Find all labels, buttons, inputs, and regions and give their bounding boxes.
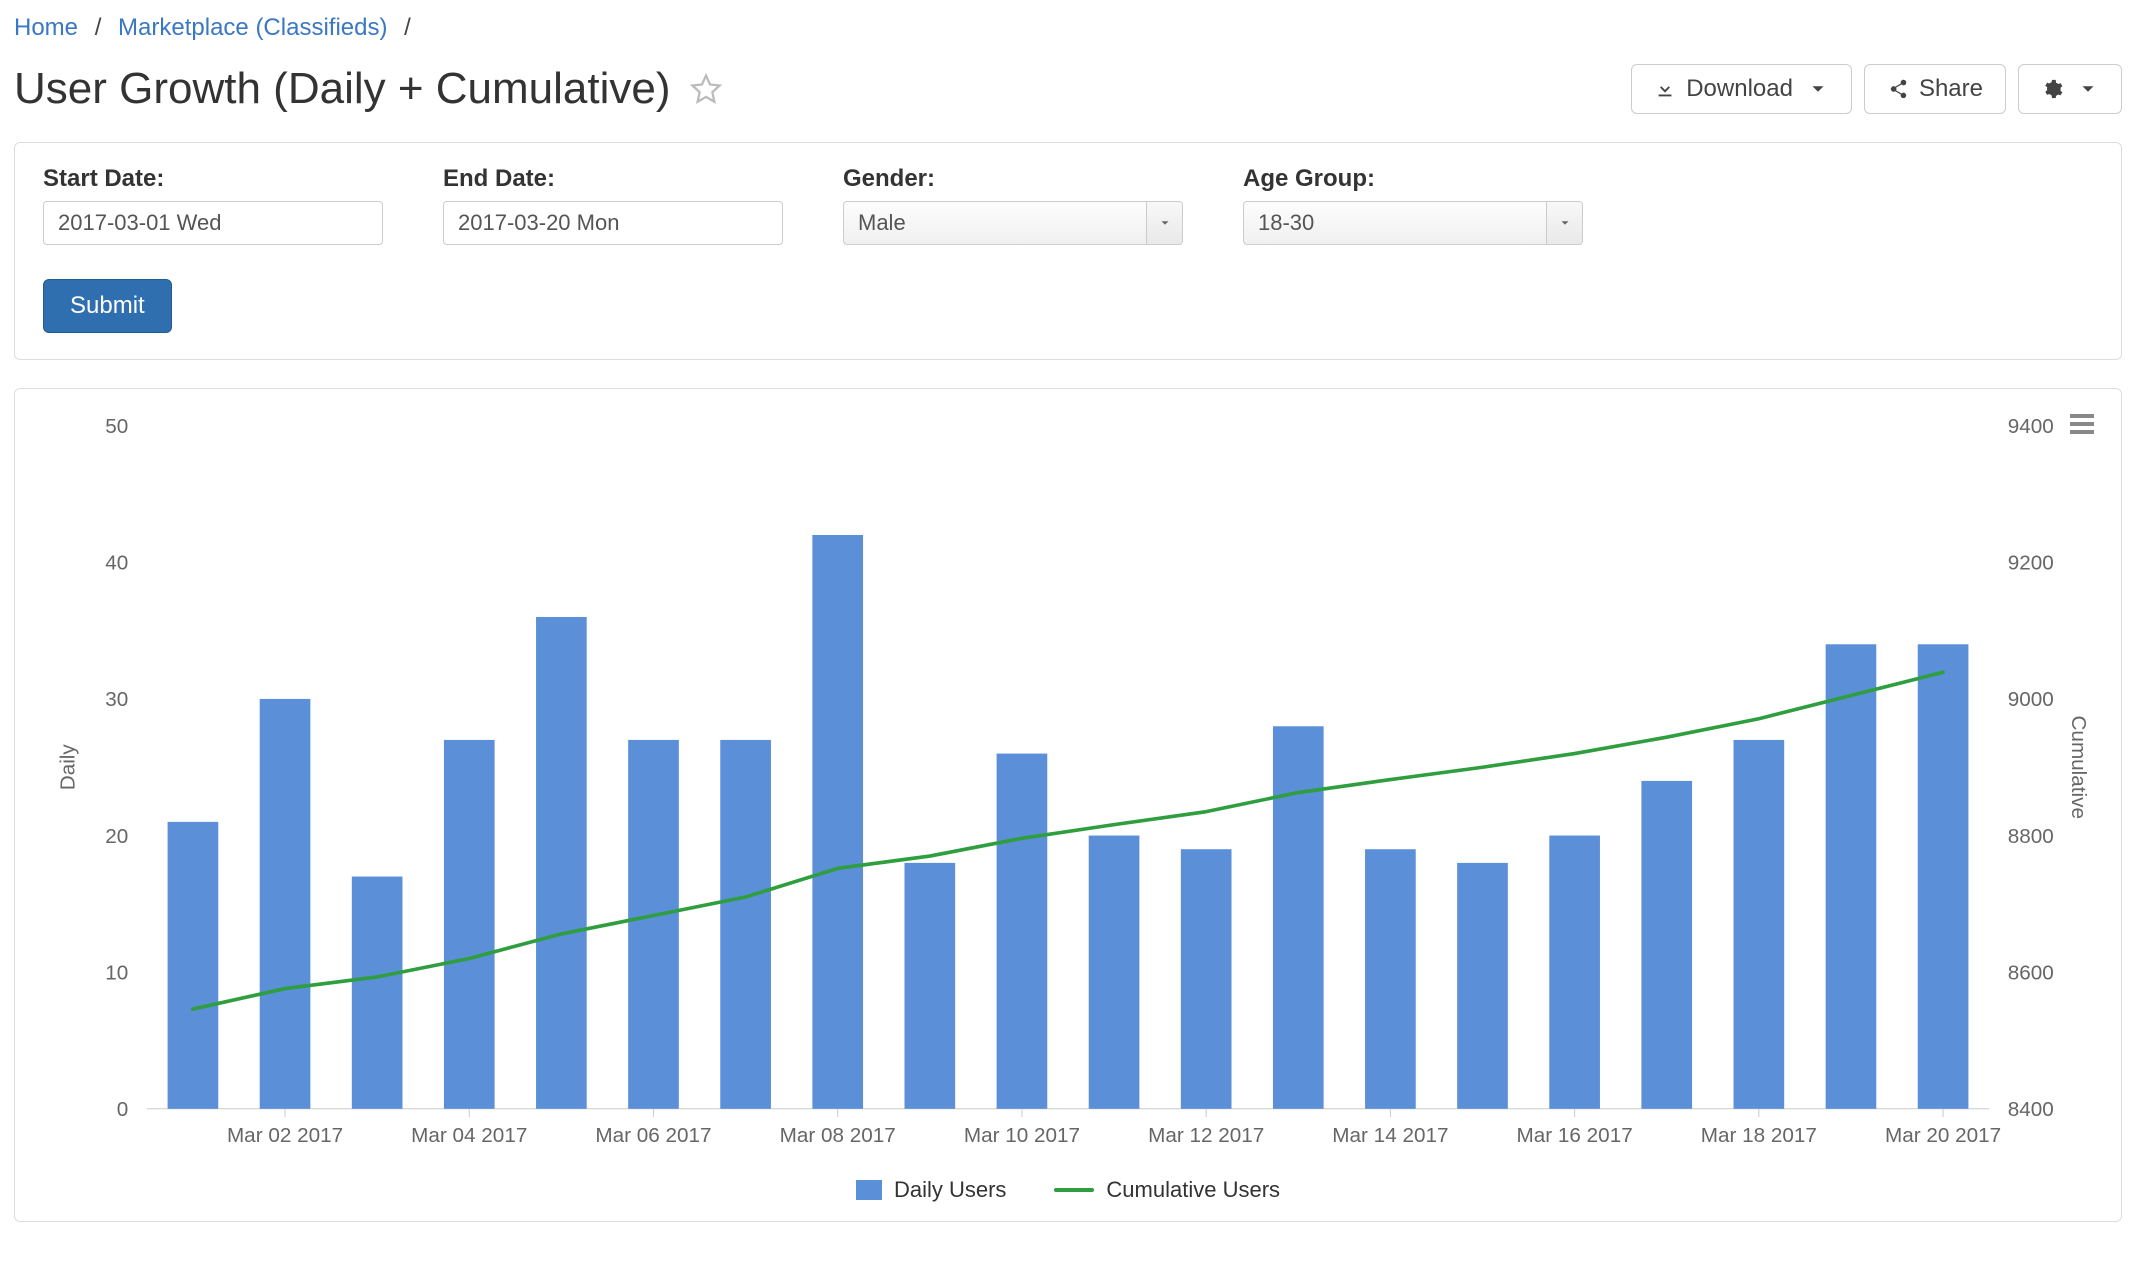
svg-text:9400: 9400 bbox=[2008, 415, 2054, 438]
svg-text:Mar 18 2017: Mar 18 2017 bbox=[1701, 1124, 1817, 1147]
chart-panel: 0 10 20 30 40 50 8400 8600 8800 9000 9200 9400 Daily… bbox=[14, 388, 2122, 1222]
svg-text:40: 40 bbox=[105, 552, 128, 575]
svg-text:9200: 9200 bbox=[2008, 552, 2054, 575]
breadcrumb-separator: / bbox=[394, 14, 421, 41]
filters-panel: Start Date: 2017-03-01 Wed End Date: 201… bbox=[14, 142, 2122, 360]
svg-text:30: 30 bbox=[105, 688, 128, 711]
age-group-field: Age Group: 18-30 bbox=[1243, 165, 1583, 245]
svg-text:20: 20 bbox=[105, 825, 128, 848]
legend-swatch-bar bbox=[856, 1180, 882, 1200]
svg-text:8400: 8400 bbox=[2008, 1098, 2054, 1121]
share-icon bbox=[1887, 78, 1909, 100]
svg-text:50: 50 bbox=[105, 415, 128, 438]
settings-menu-button[interactable] bbox=[2018, 64, 2122, 114]
svg-text:Mar 06 2017: Mar 06 2017 bbox=[595, 1124, 711, 1147]
svg-text:8800: 8800 bbox=[2008, 825, 2054, 848]
start-date-input[interactable]: 2017-03-01 Wed bbox=[43, 201, 383, 245]
page-title: User Growth (Daily + Cumulative) bbox=[14, 64, 671, 114]
svg-text:10: 10 bbox=[105, 961, 128, 984]
chevron-down-icon bbox=[1146, 202, 1182, 244]
svg-text:8600: 8600 bbox=[2008, 961, 2054, 984]
legend-cumulative-label: Cumulative Users bbox=[1106, 1177, 1280, 1203]
caret-down-icon bbox=[2077, 78, 2099, 100]
download-button[interactable]: Download bbox=[1631, 64, 1852, 114]
legend-daily-label: Daily Users bbox=[894, 1177, 1006, 1203]
end-date-field: End Date: 2017-03-20 Mon bbox=[443, 165, 783, 245]
breadcrumb-home[interactable]: Home bbox=[14, 14, 78, 41]
end-date-label: End Date: bbox=[443, 165, 783, 193]
user-growth-chart: 0 10 20 30 40 50 8400 8600 8800 9000 9200 9400 Daily… bbox=[33, 405, 2103, 1171]
breadcrumb: Home / Marketplace (Classifieds) / bbox=[14, 14, 2122, 46]
legend-cumulative-users[interactable]: Cumulative Users bbox=[1054, 1177, 1280, 1203]
svg-text:Mar 14 2017: Mar 14 2017 bbox=[1332, 1124, 1448, 1147]
svg-text:9000: 9000 bbox=[2008, 688, 2054, 711]
caret-down-icon bbox=[1807, 78, 1829, 100]
start-date-value: 2017-03-01 Wed bbox=[58, 210, 222, 236]
svg-text:Mar 08 2017: Mar 08 2017 bbox=[780, 1124, 896, 1147]
svg-text:Mar 12 2017: Mar 12 2017 bbox=[1148, 1124, 1264, 1147]
age-group-value: 18-30 bbox=[1258, 210, 1314, 236]
svg-text:Mar 10 2017: Mar 10 2017 bbox=[964, 1124, 1080, 1147]
age-group-select[interactable]: 18-30 bbox=[1243, 201, 1583, 245]
end-date-value: 2017-03-20 Mon bbox=[458, 210, 619, 236]
gear-icon bbox=[2041, 78, 2063, 100]
svg-text:Cumulative: Cumulative bbox=[2067, 716, 2090, 819]
gender-field: Gender: Male bbox=[843, 165, 1183, 245]
breadcrumb-separator: / bbox=[85, 14, 112, 41]
chevron-down-icon bbox=[1546, 202, 1582, 244]
legend-swatch-line bbox=[1054, 1188, 1094, 1192]
breadcrumb-marketplace[interactable]: Marketplace (Classifieds) bbox=[118, 14, 387, 41]
favorite-star-icon[interactable] bbox=[689, 72, 723, 106]
svg-text:Daily: Daily bbox=[56, 744, 79, 791]
gender-label: Gender: bbox=[843, 165, 1183, 193]
svg-text:Mar 02 2017: Mar 02 2017 bbox=[227, 1124, 343, 1147]
gender-select[interactable]: Male bbox=[843, 201, 1183, 245]
share-button-label: Share bbox=[1919, 75, 1983, 103]
svg-text:Mar 04 2017: Mar 04 2017 bbox=[411, 1124, 527, 1147]
start-date-label: Start Date: bbox=[43, 165, 383, 193]
svg-text:Mar 20 2017: Mar 20 2017 bbox=[1885, 1124, 2001, 1147]
download-button-label: Download bbox=[1686, 75, 1793, 103]
legend-daily-users[interactable]: Daily Users bbox=[856, 1177, 1006, 1203]
svg-text:0: 0 bbox=[117, 1098, 129, 1121]
chart-context-menu-button[interactable] bbox=[2067, 411, 2097, 443]
chart-legend: Daily Users Cumulative Users bbox=[33, 1177, 2103, 1203]
download-icon bbox=[1654, 78, 1676, 100]
page-toolbar: Download Share bbox=[1631, 64, 2122, 114]
share-button[interactable]: Share bbox=[1864, 64, 2006, 114]
end-date-input[interactable]: 2017-03-20 Mon bbox=[443, 201, 783, 245]
svg-text:Mar 16 2017: Mar 16 2017 bbox=[1517, 1124, 1633, 1147]
submit-button[interactable]: Submit bbox=[43, 279, 172, 333]
gender-value: Male bbox=[858, 210, 906, 236]
age-group-label: Age Group: bbox=[1243, 165, 1583, 193]
start-date-field: Start Date: 2017-03-01 Wed bbox=[43, 165, 383, 245]
